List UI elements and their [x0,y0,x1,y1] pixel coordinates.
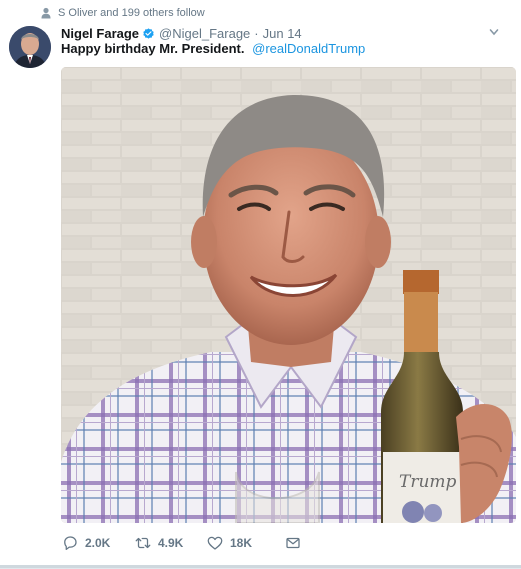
author-username[interactable]: @Nigel_Farage [159,26,250,41]
tweet[interactable]: S Oliver and 199 others follow Nigel Far… [0,0,521,569]
reply-count: 2.0K [85,536,111,550]
like-button[interactable]: 18K [206,534,284,552]
like-count: 18K [230,536,253,550]
chevron-down-icon[interactable] [489,27,499,37]
tweet-text: Happy birthday Mr. President. @realDonal… [61,41,365,57]
tweet-text-body: Happy birthday Mr. President. [61,41,245,56]
social-context-text[interactable]: S Oliver and 199 others follow [58,7,205,19]
envelope-icon [286,537,300,549]
separator-dot: · [254,25,259,41]
retweet-button[interactable]: 4.9K [134,534,206,552]
heart-icon [207,536,223,550]
social-context: S Oliver and 199 others follow [40,6,205,20]
avatar[interactable] [9,26,51,68]
author-fullname[interactable]: Nigel Farage [61,26,139,41]
tweet-actions: 2.0K 4.9K 18K [61,532,308,554]
reply-button[interactable]: 2.0K [61,534,134,552]
retweet-icon [135,537,151,549]
bottle-label: Trump [399,472,457,492]
tweet-header: Nigel Farage @Nigel_Farage · Jun 14 [61,24,511,42]
divider [0,565,521,568]
tweet-photo[interactable]: Trump [61,67,516,523]
reply-icon [64,536,77,551]
person-icon [41,7,51,19]
retweet-count: 4.9K [158,536,184,550]
verified-badge-icon [143,27,154,39]
mention-link[interactable]: @realDonaldTrump [252,41,365,56]
direct-message-button[interactable] [284,534,308,552]
tweet-timestamp[interactable]: Jun 14 [263,26,302,41]
